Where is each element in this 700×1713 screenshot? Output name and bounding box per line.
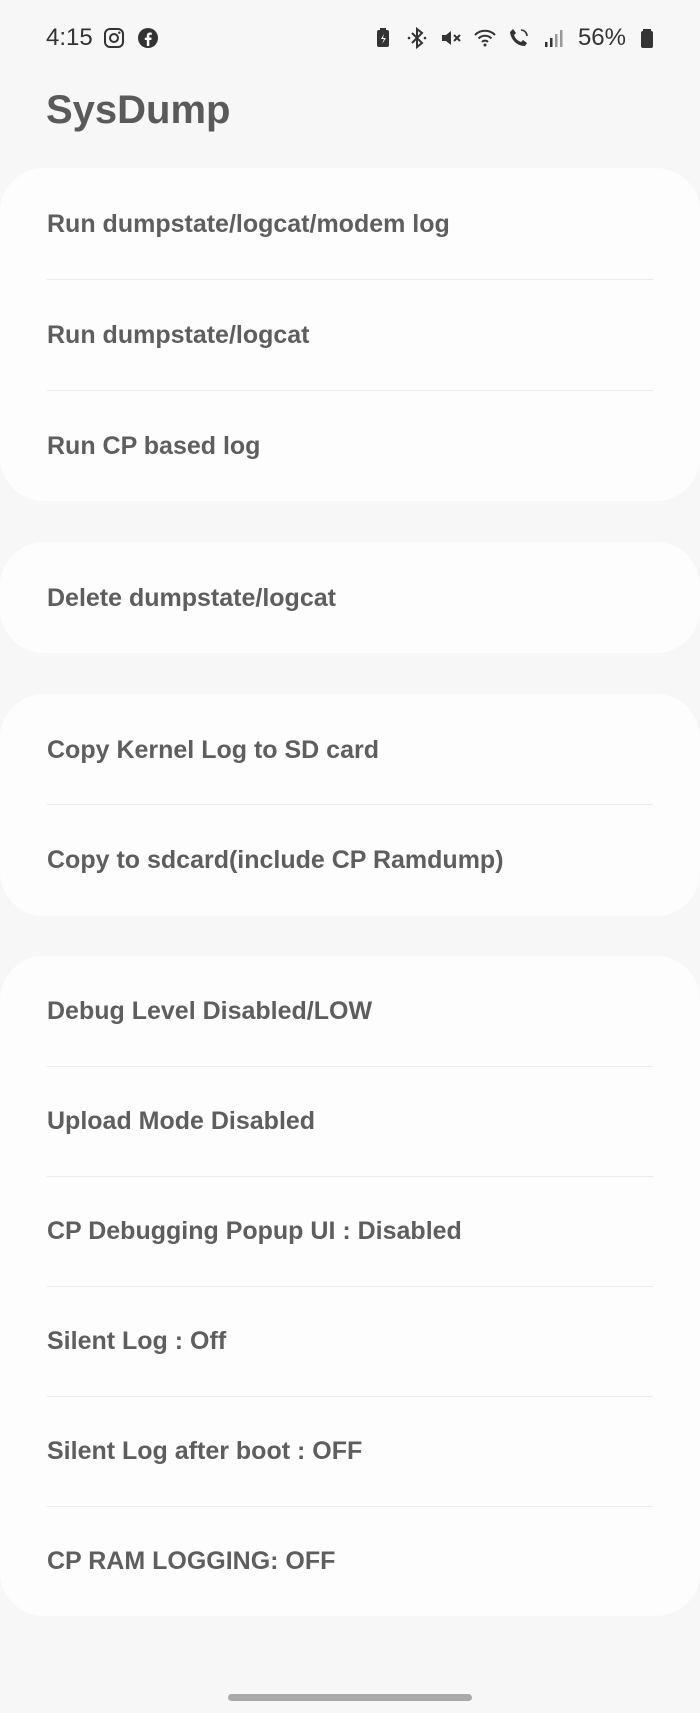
wifi-call-icon xyxy=(506,25,532,51)
menu-item-run-dumpstate-logcat[interactable]: Run dumpstate/logcat xyxy=(47,280,653,390)
menu-item-silent-log[interactable]: Silent Log : Off xyxy=(47,1286,653,1396)
menu-item-run-cp-based-log[interactable]: Run CP based log xyxy=(47,391,653,501)
status-bar-right: 56% xyxy=(370,24,660,52)
menu-group-run-logs: Run dumpstate/logcat/modem log Run dumps… xyxy=(0,168,700,501)
menu-item-copy-kernel-log[interactable]: Copy Kernel Log to SD card xyxy=(47,695,653,805)
menu-item-delete-dumpstate-logcat[interactable]: Delete dumpstate/logcat xyxy=(47,543,653,653)
menu-item-copy-to-sdcard[interactable]: Copy to sdcard(include CP Ramdump) xyxy=(47,805,653,915)
status-time: 4:15 xyxy=(46,24,93,51)
menu-group-delete: Delete dumpstate/logcat xyxy=(0,542,700,653)
wifi-icon xyxy=(472,25,498,51)
page-title: SysDump xyxy=(46,88,231,132)
instagram-icon xyxy=(101,25,127,51)
facebook-icon xyxy=(135,25,161,51)
bluetooth-icon xyxy=(404,25,430,51)
mute-icon xyxy=(438,25,464,51)
menu-item-cp-debugging-popup[interactable]: CP Debugging Popup UI : Disabled xyxy=(47,1176,653,1286)
home-indicator[interactable] xyxy=(228,1694,472,1701)
menu-item-debug-level[interactable]: Debug Level Disabled/LOW xyxy=(47,956,653,1066)
menu-group-copy: Copy Kernel Log to SD card Copy to sdcar… xyxy=(0,694,700,916)
menu-item-upload-mode[interactable]: Upload Mode Disabled xyxy=(47,1066,653,1176)
menu-item-cp-ram-logging[interactable]: CP RAM LOGGING: OFF xyxy=(47,1506,653,1616)
battery-icon xyxy=(634,25,660,51)
menu-item-run-dumpstate-logcat-modem[interactable]: Run dumpstate/logcat/modem log xyxy=(47,169,653,279)
signal-icon xyxy=(540,25,566,51)
battery-percent: 56% xyxy=(577,24,626,51)
battery-saver-icon xyxy=(370,25,396,51)
status-bar: 4:15 56% xyxy=(0,0,700,76)
menu-group-debug-settings: Debug Level Disabled/LOW Upload Mode Dis… xyxy=(0,956,700,1616)
menu-item-silent-log-after-boot[interactable]: Silent Log after boot : OFF xyxy=(47,1396,653,1506)
status-bar-left: 4:15 xyxy=(46,24,161,52)
